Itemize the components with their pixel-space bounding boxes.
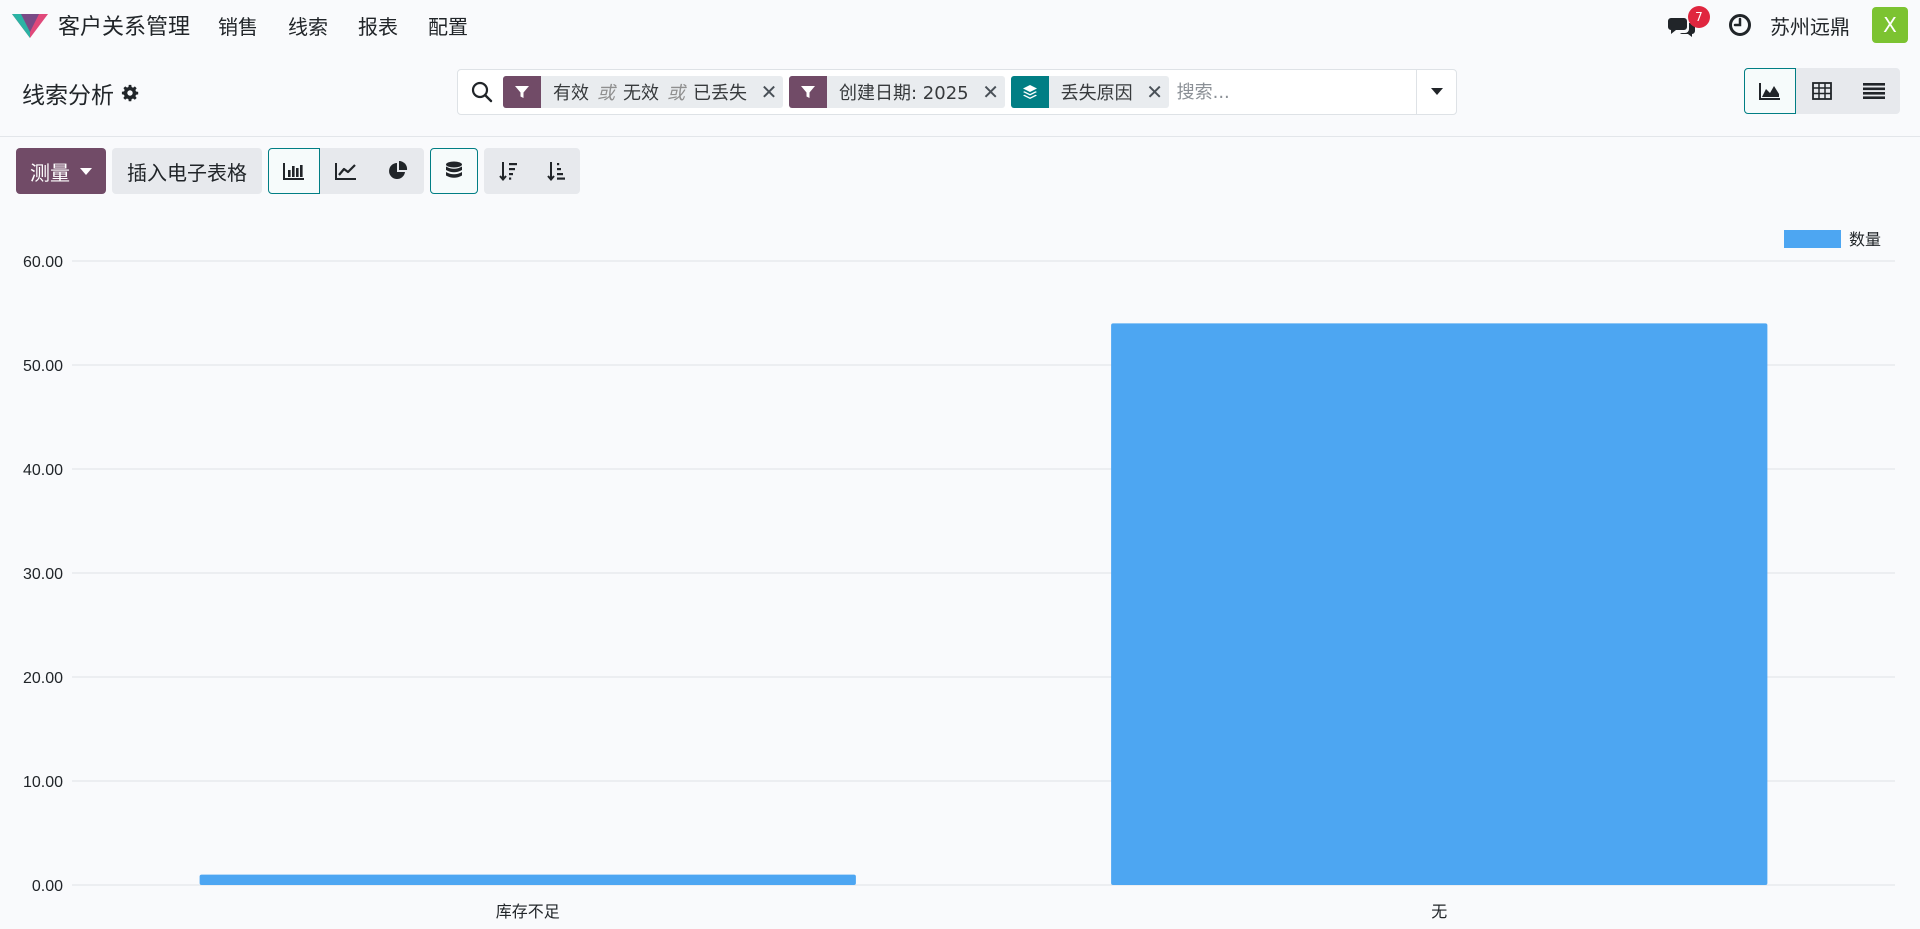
page-title: 线索分析 [22, 83, 114, 109]
remove-facet-button[interactable]: ✕ [1141, 76, 1169, 108]
view-switcher [1744, 68, 1900, 114]
company-switcher[interactable]: 苏州远鼎 [1770, 11, 1850, 40]
pivot-view-button[interactable] [1796, 68, 1848, 114]
filter-icon [789, 76, 827, 108]
line-chart-button[interactable] [320, 148, 372, 194]
graph-view-button[interactable] [1744, 68, 1796, 114]
facet-separator: 或 [597, 83, 615, 104]
remove-facet-button[interactable]: ✕ [977, 76, 1005, 108]
stacked-toggle-button[interactable] [430, 148, 478, 194]
activity-clock-icon[interactable] [1728, 13, 1752, 37]
messages-button[interactable]: 7 [1668, 6, 1710, 40]
facet-value: 已丢失 [693, 83, 747, 104]
insert-spreadsheet-label: 插入电子表格 [127, 160, 247, 185]
user-avatar[interactable]: X [1872, 7, 1908, 43]
message-count-badge: 7 [1688, 6, 1710, 28]
line-chart-icon [335, 163, 356, 180]
nav-configuration[interactable]: 配置 [428, 11, 468, 40]
bar-chart: 0.00 10.00 20.00 30.00 40.00 50.00 60.00 库存不足 无… [23, 230, 1895, 921]
area-chart-icon [1759, 83, 1780, 100]
pie-chart-button[interactable] [372, 148, 424, 194]
list-icon [1863, 83, 1885, 99]
layers-icon [1010, 76, 1049, 108]
nav-sales[interactable]: 销售 [218, 11, 258, 40]
y-tick-label: 50.00 [23, 358, 63, 375]
caret-down-icon [80, 167, 92, 175]
search-input[interactable] [1174, 70, 1416, 114]
nav-leads[interactable]: 线索 [288, 11, 328, 40]
bar-chart-button[interactable] [268, 148, 320, 194]
bars [199, 323, 1768, 885]
search-bar: 有效 或 无效 或 已丢失 ✕ 创建日期: 2025 ✕ 丢失原因 ✕ 搜索..… [457, 69, 1457, 115]
facet-value: 有效 [553, 83, 589, 104]
crm-logo-icon [12, 14, 48, 38]
facet-values: 有效 或 无效 或 已丢失 [541, 76, 755, 108]
sort-descending-button[interactable] [484, 148, 532, 194]
stacked-group [430, 148, 478, 194]
facet-value: 丢失原因 [1060, 83, 1133, 104]
facet-values: 创建日期: 2025 [827, 76, 977, 108]
filter-icon [503, 76, 541, 108]
bar-chart-icon [283, 163, 304, 180]
y-tick-label: 0.00 [32, 878, 63, 895]
bar[interactable] [199, 874, 856, 885]
table-grid-icon [1812, 82, 1832, 100]
control-panel: 线索分析 有效 或 无效 或 已丢失 ✕ 创建日期: 2025 ✕ 丢失原因 ✕… [0, 50, 1920, 137]
chart-type-group [268, 148, 424, 194]
filter-facet-created-date: 创建日期: 2025 ✕ [789, 76, 1005, 108]
sort-descending-icon [499, 162, 517, 181]
bar[interactable] [1111, 323, 1768, 885]
insert-spreadsheet-button[interactable]: 插入电子表格 [112, 148, 262, 194]
facet-value: 创建日期: 2025 [839, 83, 969, 104]
search-icon[interactable] [471, 81, 493, 103]
sort-ascending-icon [547, 162, 565, 181]
y-axis-ticks: 0.00 10.00 20.00 30.00 40.00 50.00 60.00 [23, 254, 63, 895]
filter-facet-status: 有效 或 无效 或 已丢失 ✕ [503, 76, 783, 108]
x-category-label: 库存不足 [496, 902, 560, 921]
x-axis-labels: 库存不足 无 [496, 902, 1448, 921]
brand[interactable]: 客户关系管理 [12, 9, 218, 41]
y-tick-label: 20.00 [23, 670, 63, 687]
legend-swatch [1784, 230, 1841, 248]
sort-group [484, 148, 580, 194]
breadcrumb: 线索分析 [22, 76, 139, 110]
y-tick-label: 30.00 [23, 566, 63, 583]
y-tick-label: 10.00 [23, 774, 63, 791]
sort-ascending-button[interactable] [532, 148, 580, 194]
y-tick-label: 40.00 [23, 462, 63, 479]
legend-label: 数量 [1849, 230, 1881, 249]
y-tick-label: 60.00 [23, 254, 63, 271]
measures-label: 测量 [30, 160, 70, 185]
database-icon [446, 161, 462, 178]
list-view-button[interactable] [1848, 68, 1900, 114]
facet-value: 无效 [623, 83, 659, 104]
graph-toolbar: 测量 插入电子表格 [16, 148, 586, 194]
measures-dropdown-button[interactable]: 测量 [16, 148, 106, 194]
facet-separator: 或 [667, 83, 685, 104]
navbar-systray: 7 苏州远鼎 X [1668, 6, 1908, 43]
app-title: 客户关系管理 [58, 15, 191, 40]
groupby-facet-lost-reason: 丢失原因 ✕ [1010, 76, 1169, 108]
caret-down-icon [1430, 88, 1443, 95]
facet-values: 丢失原因 [1049, 76, 1141, 108]
remove-facet-button[interactable]: ✕ [755, 76, 783, 108]
pie-chart-icon [389, 161, 408, 179]
legend[interactable]: 数量 [1784, 230, 1881, 249]
x-category-label: 无 [1431, 902, 1447, 921]
gear-icon[interactable] [121, 84, 139, 102]
nav-reporting[interactable]: 报表 [358, 11, 398, 40]
search-options-toggle[interactable] [1416, 70, 1456, 114]
top-navbar: 客户关系管理 销售 线索 报表 配置 7 苏州远鼎 X [0, 0, 1920, 50]
